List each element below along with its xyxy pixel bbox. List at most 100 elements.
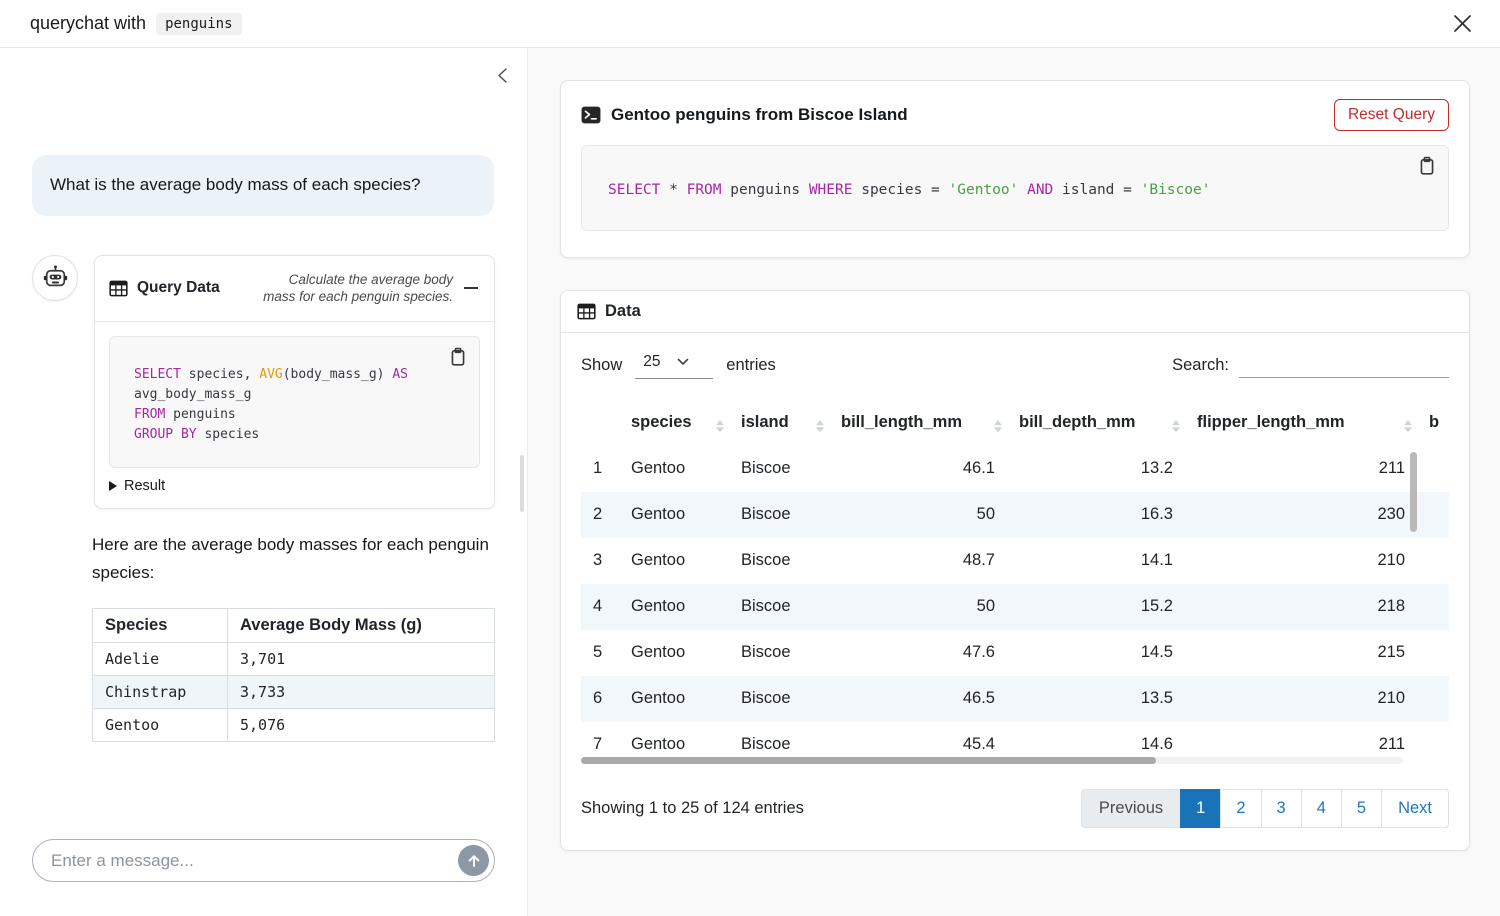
sort-icon	[816, 420, 824, 432]
copy-sql-button[interactable]	[1416, 154, 1438, 181]
sort-icon	[1404, 420, 1412, 432]
result-toggle-label: Result	[124, 478, 165, 494]
table-row: 2GentooBiscoe5016.3230	[581, 492, 1449, 538]
assistant-text: Here are the average body masses for eac…	[92, 531, 492, 589]
query-card-header: Gentoo penguins from Biscoe Island Reset…	[581, 99, 1449, 131]
table-row: Adelie 3,701	[93, 643, 495, 676]
data-table: species island bill_length_mm bill_depth…	[581, 407, 1449, 767]
data-table-viewport: species island bill_length_mm bill_depth…	[581, 407, 1449, 767]
data-table-header-row: species island bill_length_mm bill_depth…	[581, 407, 1449, 446]
workspace-panel: Gentoo penguins from Biscoe Island Reset…	[527, 48, 1500, 916]
table-icon	[577, 303, 596, 320]
header-species[interactable]: species	[619, 407, 729, 446]
tool-card-title: Query Data	[137, 279, 220, 297]
close-button[interactable]	[1449, 10, 1476, 37]
summary-cell: Adelie	[93, 643, 228, 676]
page-length-control: Show 25 entries	[581, 351, 776, 379]
robot-icon	[42, 264, 69, 291]
chat-input-row	[32, 839, 495, 882]
chevron-down-icon	[677, 358, 689, 366]
sort-icon	[716, 420, 724, 432]
data-card-body: Show 25 entries Search:	[561, 333, 1469, 850]
clipboard-icon	[1418, 156, 1436, 176]
dataset-badge: penguins	[156, 13, 241, 35]
summary-cell: Gentoo	[93, 709, 228, 742]
app-title: querychat with penguins	[30, 13, 242, 35]
table-row: 6GentooBiscoe46.513.5210	[581, 676, 1449, 722]
query-data-card-header: Query Data Calculate the average body ma…	[95, 256, 494, 322]
pagination: Previous 1 2 3 4 5 Next	[1081, 789, 1449, 828]
arrow-up-icon	[466, 853, 482, 869]
page-size-value: 25	[643, 353, 660, 371]
table-row: Chinstrap 3,733	[93, 676, 495, 709]
search-label: Search:	[1172, 356, 1229, 375]
pagination-previous[interactable]: Previous	[1081, 789, 1181, 828]
horizontal-scrollbar[interactable]	[581, 757, 1156, 764]
header-row-number	[581, 407, 619, 446]
chat-message-list: What is the average body mass of each sp…	[0, 48, 527, 839]
table-footer: Showing 1 to 25 of 124 entries Previous …	[581, 789, 1449, 828]
vertical-scrollbar[interactable]	[1410, 452, 1417, 532]
tool-card-body: SELECT species, AVG(body_mass_g) ASavg_b…	[95, 322, 494, 508]
sort-icon	[1172, 420, 1180, 432]
entries-label: entries	[726, 356, 776, 375]
chat-scrollbar[interactable]	[520, 455, 524, 512]
collapse-card-button[interactable]	[462, 283, 480, 293]
send-button[interactable]	[458, 845, 489, 876]
terminal-icon	[581, 106, 601, 124]
current-query-card: Gentoo penguins from Biscoe Island Reset…	[560, 80, 1470, 258]
pagination-page-5[interactable]: 5	[1341, 789, 1382, 828]
show-label: Show	[581, 356, 622, 375]
query-data-card: Query Data Calculate the average body ma…	[94, 255, 495, 509]
summary-cell: 3,733	[228, 676, 495, 709]
table-row: 4GentooBiscoe5015.2218	[581, 584, 1449, 630]
collapse-sidebar-button[interactable]	[494, 65, 511, 89]
header-body-mass-truncated[interactable]: b	[1417, 407, 1449, 446]
message-input[interactable]	[32, 839, 495, 882]
summary-cell: 3,701	[228, 643, 495, 676]
result-toggle[interactable]: Result	[109, 478, 480, 494]
pagination-page-2[interactable]: 2	[1220, 789, 1261, 828]
table-icon	[109, 280, 128, 297]
reset-query-button[interactable]: Reset Query	[1334, 99, 1449, 131]
table-row: 5GentooBiscoe47.614.5215	[581, 630, 1449, 676]
summary-header-species: Species	[93, 609, 228, 643]
sql-code-block: SELECT species, AVG(body_mass_g) ASavg_b…	[109, 336, 480, 468]
table-controls: Show 25 entries Search:	[581, 351, 1449, 379]
pagination-page-1[interactable]: 1	[1180, 789, 1221, 828]
pagination-page-4[interactable]: 4	[1301, 789, 1342, 828]
data-card: Data Show 25 entries Search:	[560, 290, 1470, 851]
clipboard-icon	[449, 347, 467, 367]
summary-header-mass: Average Body Mass (g)	[228, 609, 495, 643]
data-card-title: Data	[605, 302, 641, 321]
table-row: 3GentooBiscoe48.714.1210	[581, 538, 1449, 584]
chat-panel: What is the average body mass of each sp…	[0, 48, 527, 916]
table-search: Search:	[1172, 352, 1449, 378]
data-card-header: Data	[561, 291, 1469, 333]
sql-code-text: SELECT species, AVG(body_mass_g) ASavg_b…	[134, 365, 467, 445]
header-bill-depth[interactable]: bill_depth_mm	[1007, 407, 1185, 446]
pagination-next[interactable]: Next	[1381, 789, 1449, 828]
table-search-input[interactable]	[1239, 352, 1449, 378]
tool-card-subtitle: Calculate the average body mass for each…	[257, 271, 453, 305]
copy-code-button[interactable]	[447, 345, 469, 372]
page-size-select[interactable]: 25	[635, 351, 713, 379]
chevron-left-icon	[496, 67, 509, 84]
app-header: querychat with penguins	[0, 0, 1500, 48]
assistant-message: Query Data Calculate the average body ma…	[32, 255, 495, 509]
header-bill-length[interactable]: bill_length_mm	[829, 407, 1007, 446]
table-row: 1GentooBiscoe46.113.2211	[581, 446, 1449, 492]
summary-cell: 5,076	[228, 709, 495, 742]
header-island[interactable]: island	[729, 407, 829, 446]
user-message: What is the average body mass of each sp…	[32, 155, 494, 216]
horizontal-scrollbar-track	[581, 757, 1403, 764]
close-icon	[1453, 14, 1472, 33]
pagination-page-3[interactable]: 3	[1261, 789, 1302, 828]
triangle-right-icon	[109, 481, 117, 491]
table-row: Gentoo 5,076	[93, 709, 495, 742]
species-summary-table: Species Average Body Mass (g) Adelie 3,7…	[92, 608, 495, 742]
header-flipper-length[interactable]: flipper_length_mm	[1185, 407, 1417, 446]
assistant-avatar	[32, 255, 78, 301]
current-sql-block: SELECT * FROM penguins WHERE species = '…	[581, 145, 1449, 231]
table-info: Showing 1 to 25 of 124 entries	[581, 799, 804, 818]
